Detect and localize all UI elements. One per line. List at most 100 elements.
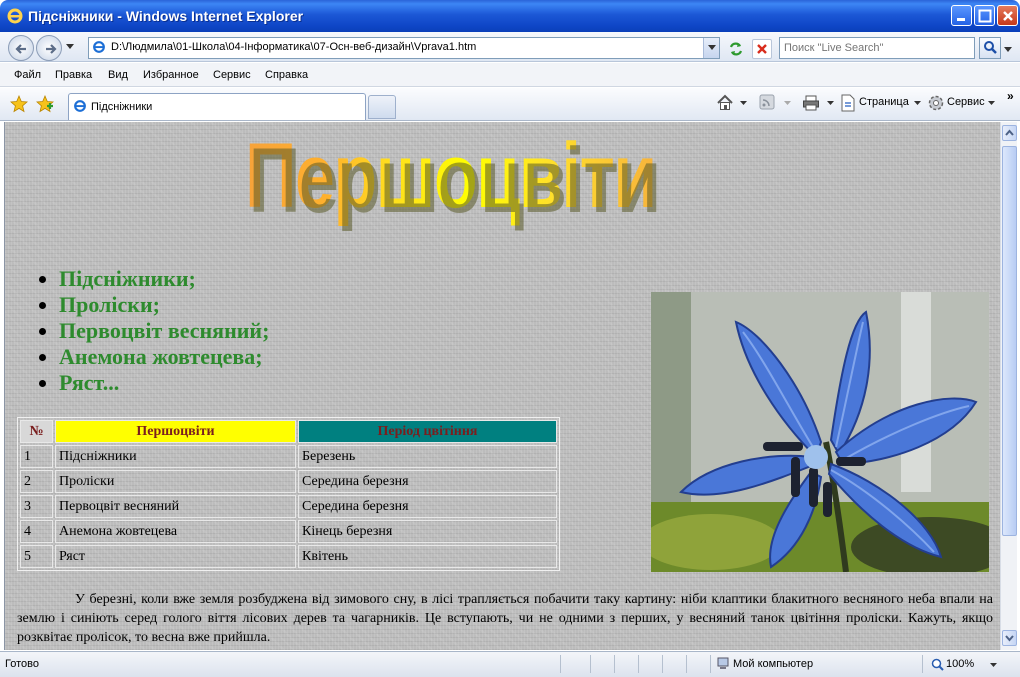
zoom-dropdown-icon[interactable] (990, 663, 997, 667)
back-arrow-icon (15, 44, 26, 54)
security-zone: Мой компьютер (733, 658, 814, 670)
list-item: Ряст... (59, 370, 269, 396)
page-menu[interactable]: Страница (859, 96, 909, 108)
status-divider (686, 655, 687, 673)
computer-icon (717, 657, 729, 669)
more-chevron-icon[interactable]: » (1007, 89, 1014, 103)
back-button[interactable] (8, 35, 34, 61)
home-icon[interactable] (716, 94, 734, 112)
minimize-icon (957, 18, 965, 21)
favorites-star-icon[interactable] (10, 95, 28, 113)
header-period: Період цвітіння (298, 420, 557, 443)
flower-photo (651, 292, 989, 572)
status-divider (638, 655, 639, 673)
scroll-up-icon (1005, 129, 1014, 136)
tab-bar: Підсніжники Страница Сервис » (0, 88, 1020, 121)
zoom-level[interactable]: 100% (946, 658, 974, 670)
list-item-text: Ряст... (59, 370, 120, 395)
table-row: 2 Проліски Середина березня (20, 470, 557, 493)
print-dropdown-icon[interactable] (827, 101, 834, 105)
menu-help[interactable]: Справка (265, 69, 308, 81)
status-divider (710, 655, 711, 673)
cell-number: 4 (20, 520, 53, 543)
cell-flower: Підсніжники (55, 445, 296, 468)
chevron-down-icon (708, 45, 716, 50)
table-header-row: № Першоцвіти Період цвітіння (20, 420, 557, 443)
table-row: 1 Підсніжники Березень (20, 445, 557, 468)
header-number: № (20, 420, 53, 443)
refresh-icon[interactable] (726, 39, 746, 59)
stop-button[interactable] (752, 39, 772, 59)
vertical-scrollbar[interactable] (1000, 122, 1017, 650)
cell-period: Квітень (298, 545, 557, 568)
list-item-text: Первоцвіт весняний; (59, 318, 270, 343)
scroll-up-button[interactable] (1002, 125, 1017, 141)
list-item-text: Підсніжники; (59, 266, 196, 291)
close-icon (1003, 11, 1013, 21)
tools-dropdown-icon[interactable] (988, 101, 995, 105)
cell-number: 1 (20, 445, 53, 468)
cell-period: Середина березня (298, 495, 557, 518)
home-dropdown-icon[interactable] (740, 101, 747, 105)
status-divider (662, 655, 663, 673)
status-divider (590, 655, 591, 673)
page-viewport: Першоцвіти Підсніжники; Проліски; Первоц… (4, 122, 1000, 650)
maximize-button[interactable] (974, 5, 995, 26)
status-divider (560, 655, 561, 673)
zoom-icon (931, 658, 944, 671)
cell-number: 2 (20, 470, 53, 493)
cell-flower: Анемона жовтецева (55, 520, 296, 543)
list-item: Анемона жовтецева; (59, 344, 269, 370)
search-options-icon[interactable] (1004, 47, 1012, 52)
ie-icon (7, 8, 23, 24)
menu-file[interactable]: Файл (14, 69, 41, 81)
scroll-down-icon (1005, 635, 1014, 642)
flower-table: № Першоцвіти Період цвітіння 1 Підсніжни… (17, 417, 560, 571)
feeds-dropdown-icon[interactable] (784, 101, 791, 105)
page-icon (841, 94, 855, 112)
menu-view[interactable]: Вид (108, 69, 128, 81)
list-item-text: Анемона жовтецева; (59, 344, 263, 369)
scroll-down-button[interactable] (1002, 630, 1017, 646)
cell-period: Середина березня (298, 470, 557, 493)
address-field[interactable]: D:\Людмила\01-Школа\04-Інформатика\07-Ос… (88, 37, 720, 59)
history-dropdown-icon[interactable] (66, 44, 74, 49)
table-row: 3 Первоцвіт весняний Середина березня (20, 495, 557, 518)
list-item: Підсніжники; (59, 266, 269, 292)
search-button[interactable] (979, 37, 1001, 59)
status-bar: Готово Мой компьютер 100% (0, 651, 1020, 677)
window-title: Підсніжники - Windows Internet Explorer (28, 8, 304, 24)
menu-favorites[interactable]: Избранное (143, 69, 199, 81)
feeds-icon[interactable] (759, 94, 775, 110)
forward-button[interactable] (36, 35, 62, 61)
menu-tools[interactable]: Сервис (213, 69, 251, 81)
add-favorite-icon[interactable] (36, 95, 54, 113)
title-bar: Підсніжники - Windows Internet Explorer (0, 0, 1020, 32)
forward-arrow-icon (46, 44, 57, 54)
header-flowers: Першоцвіти (55, 420, 296, 443)
minimize-button[interactable] (951, 5, 972, 26)
tab-ie-icon (74, 100, 86, 112)
scilla-flower-illustration (651, 292, 989, 572)
cell-period: Кінець березня (298, 520, 557, 543)
new-tab-button[interactable] (368, 95, 396, 119)
print-icon[interactable] (802, 94, 820, 112)
menu-edit[interactable]: Правка (55, 69, 92, 81)
search-input[interactable] (784, 39, 964, 57)
list-item: Проліски; (59, 292, 269, 318)
cell-number: 5 (20, 545, 53, 568)
maximize-icon (978, 9, 992, 23)
url-dropdown-button[interactable] (703, 38, 719, 58)
close-button[interactable] (997, 5, 1018, 26)
gear-icon (928, 95, 944, 111)
menu-bar: Файл Правка Вид Избранное Сервис Справка (0, 63, 1020, 87)
status-text: Готово (5, 658, 39, 670)
tools-menu[interactable]: Сервис (947, 96, 985, 108)
tab-active[interactable]: Підсніжники (68, 93, 366, 120)
page-ie-icon (93, 41, 105, 53)
page-dropdown-icon[interactable] (914, 101, 921, 105)
search-box[interactable] (779, 37, 975, 59)
address-toolbar: D:\Людмила\01-Школа\04-Інформатика\07-Ос… (0, 32, 1020, 62)
scroll-thumb[interactable] (1002, 146, 1017, 536)
table-row: 5 Ряст Квітень (20, 545, 557, 568)
